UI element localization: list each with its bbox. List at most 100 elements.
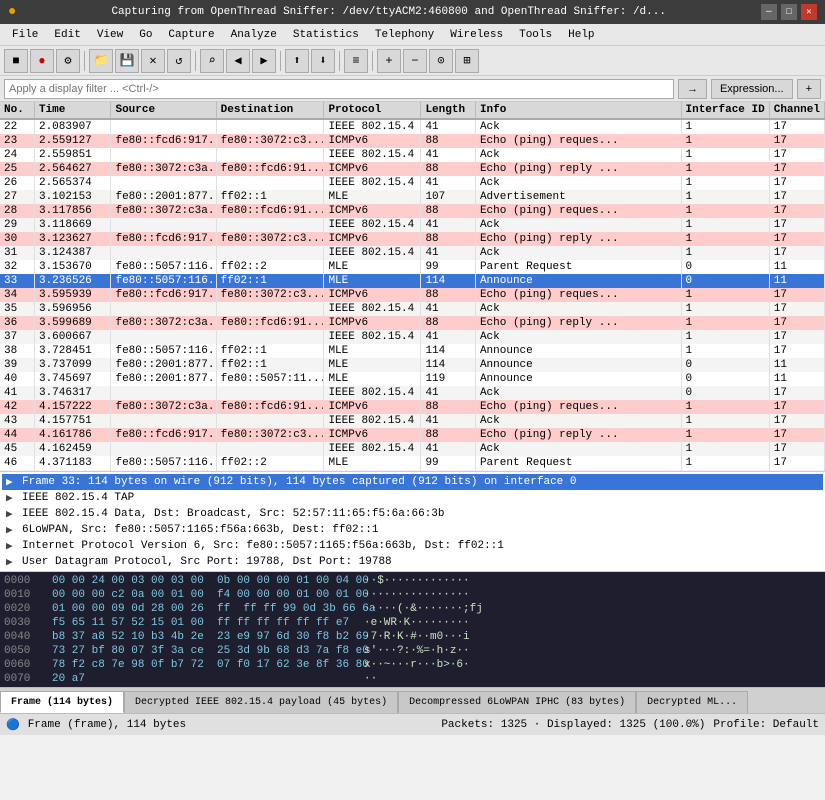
menu-item-statistics[interactable]: Statistics (285, 27, 367, 43)
table-row[interactable]: 252.564627fe80::3072:c3a...fe80::fcd6:91… (0, 162, 825, 176)
go-next-pkt[interactable]: ⬇ (311, 49, 335, 73)
expand-icon[interactable]: ▶ (6, 507, 18, 521)
table-cell: fe80::fcd6:917... (111, 232, 216, 246)
table-row[interactable]: 363.599689fe80::3072:c3a...fe80::fcd6:91… (0, 316, 825, 330)
menu-item-wireless[interactable]: Wireless (442, 27, 511, 43)
menu-item-help[interactable]: Help (560, 27, 602, 43)
menu-item-tools[interactable]: Tools (511, 27, 560, 43)
expand-icon[interactable]: ▶ (6, 555, 18, 569)
table-row[interactable]: 343.595939fe80::fcd6:917...fe80::3072:c3… (0, 288, 825, 302)
zoom-in-btn[interactable]: + (377, 49, 401, 73)
table-row[interactable]: 413.746317IEEE 802.15.441Ack017 (0, 386, 825, 400)
header-protocol[interactable]: Protocol (324, 102, 421, 119)
table-row[interactable]: 293.118669IEEE 802.15.441Ack117 (0, 218, 825, 232)
detail-row[interactable]: ▶Frame 33: 114 bytes on wire (912 bits),… (2, 474, 823, 490)
detail-row[interactable]: ▶IEEE 802.15.4 Data, Dst: Broadcast, Src… (2, 506, 823, 522)
menu-item-capture[interactable]: Capture (160, 27, 222, 43)
stop-capture-btn[interactable]: ■ (4, 49, 28, 73)
table-row[interactable]: 333.236526fe80::5057:116...ff02::1MLE114… (0, 274, 825, 288)
reload-file-btn[interactable]: ↺ (167, 49, 191, 73)
table-row[interactable]: 262.565374IEEE 802.15.441Ack117 (0, 176, 825, 190)
table-row[interactable]: 403.745697fe80::2001:877...fe80::5057:11… (0, 372, 825, 386)
header-destination[interactable]: Destination (216, 102, 324, 119)
table-row[interactable]: 393.737099fe80::2001:877...ff02::1MLE114… (0, 358, 825, 372)
menu-item-telephony[interactable]: Telephony (367, 27, 442, 43)
maximize-button[interactable]: □ (781, 4, 797, 20)
menu-item-analyze[interactable]: Analyze (223, 27, 285, 43)
restart-capture-btn[interactable]: ● (30, 49, 54, 73)
detail-row[interactable]: ▶User Datagram Protocol, Src Port: 19788… (2, 554, 823, 570)
add-filter-button[interactable]: + (797, 79, 821, 99)
header-no[interactable]: No. (0, 102, 34, 119)
expression-button[interactable]: Expression... (711, 79, 793, 99)
menu-item-file[interactable]: File (4, 27, 46, 43)
packets-info: Packets: 1325 · Displayed: 1325 (100.0%) (441, 719, 705, 731)
capture-options-btn[interactable]: ⚙ (56, 49, 80, 73)
table-cell: 3.236526 (34, 274, 111, 288)
resize-cols-btn[interactable]: ⊞ (455, 49, 479, 73)
zoom-reset-btn[interactable]: ⊙ (429, 49, 453, 73)
table-row[interactable]: 323.153670fe80::5057:116...ff02::2MLE99P… (0, 260, 825, 274)
next-result-btn[interactable]: ▶ (252, 49, 276, 73)
table-cell: 37 (0, 330, 34, 344)
header-time[interactable]: Time (34, 102, 111, 119)
display-filter-input[interactable] (4, 79, 674, 99)
table-row[interactable]: 283.117856fe80::3072:c3a...fe80::fcd6:91… (0, 204, 825, 218)
table-row[interactable]: 222.083907IEEE 802.15.441Ack117 (0, 119, 825, 134)
table-cell: 114 (421, 344, 476, 358)
table-cell: ff02::1 (216, 190, 324, 204)
colorize-btn[interactable]: ≡ (344, 49, 368, 73)
table-row[interactable]: 464.371183fe80::5057:116...ff02::2MLE99P… (0, 456, 825, 470)
header-interface[interactable]: Interface ID (681, 102, 769, 119)
hex-dump-panel: 000000 00 24 00 03 00 03 00 0b 00 00 00 … (0, 572, 825, 687)
table-cell (216, 330, 324, 344)
table-row[interactable]: 373.600667IEEE 802.15.441Ack117 (0, 330, 825, 344)
expand-icon[interactable]: ▶ (6, 491, 18, 505)
table-cell: fe80::5057:116... (111, 274, 216, 288)
bottom-tab-2[interactable]: Decompressed 6LoWPAN IPHC (83 bytes) (398, 691, 636, 713)
header-source[interactable]: Source (111, 102, 216, 119)
expand-icon[interactable]: ▶ (6, 475, 18, 489)
table-cell: fe80::3072:c3... (216, 232, 324, 246)
table-row[interactable]: 232.559127fe80::fcd6:917...fe80::3072:c3… (0, 134, 825, 148)
table-row[interactable]: 273.102153fe80::2001:877...ff02::1MLE107… (0, 190, 825, 204)
find-packet-btn[interactable]: ⌕ (200, 49, 224, 73)
table-row[interactable]: 424.157222fe80::3072:c3a...fe80::fcd6:91… (0, 400, 825, 414)
apply-filter-button[interactable]: → (678, 79, 707, 99)
header-info[interactable]: Info (475, 102, 681, 119)
table-cell: 1 (681, 400, 769, 414)
close-file-btn[interactable]: ✕ (141, 49, 165, 73)
close-button[interactable]: ✕ (801, 4, 817, 20)
table-row[interactable]: 303.123627fe80::fcd6:917...fe80::3072:c3… (0, 232, 825, 246)
save-file-btn[interactable]: 💾 (115, 49, 139, 73)
table-cell: fe80::2001:877... (111, 470, 216, 472)
zoom-out-btn[interactable]: − (403, 49, 427, 73)
menu-item-view[interactable]: View (89, 27, 131, 43)
expand-icon[interactable]: ▶ (6, 539, 18, 553)
table-row[interactable]: 454.162459IEEE 802.15.441Ack117 (0, 442, 825, 456)
expand-icon[interactable]: ▶ (6, 523, 18, 537)
bottom-tab-bar: Frame (114 bytes)Decrypted IEEE 802.15.4… (0, 687, 825, 713)
open-file-btn[interactable]: 📁 (89, 49, 113, 73)
table-row[interactable]: 444.161786fe80::fcd6:917...fe80::3072:c3… (0, 428, 825, 442)
table-row[interactable]: 313.124387IEEE 802.15.441Ack117 (0, 246, 825, 260)
detail-row[interactable]: ▶6LoWPAN, Src: fe80::5057:1165:f56a:663b… (2, 522, 823, 538)
go-prev-pkt[interactable]: ⬆ (285, 49, 309, 73)
header-channel[interactable]: Channel (769, 102, 824, 119)
profile-info: Profile: Default (713, 719, 819, 731)
minimize-button[interactable]: ─ (761, 4, 777, 20)
table-row[interactable]: 242.559851IEEE 802.15.441Ack117 (0, 148, 825, 162)
prev-result-btn[interactable]: ◀ (226, 49, 250, 73)
table-row[interactable]: 434.157751IEEE 802.15.441Ack117 (0, 414, 825, 428)
detail-row[interactable]: ▶IEEE 802.15.4 TAP (2, 490, 823, 506)
bottom-tab-1[interactable]: Decrypted IEEE 802.15.4 payload (45 byte… (124, 691, 398, 713)
table-row[interactable]: 353.596956IEEE 802.15.441Ack117 (0, 302, 825, 316)
table-row[interactable]: 383.728451fe80::5057:116...ff02::1MLE114… (0, 344, 825, 358)
menu-item-edit[interactable]: Edit (46, 27, 88, 43)
bottom-tab-0[interactable]: Frame (114 bytes) (0, 691, 124, 713)
detail-row[interactable]: ▶Internet Protocol Version 6, Src: fe80:… (2, 538, 823, 554)
bottom-tab-3[interactable]: Decrypted ML... (636, 691, 748, 713)
table-row[interactable]: 474.567477fe80::2001:877...fe80::5057:11… (0, 470, 825, 472)
menu-item-go[interactable]: Go (131, 27, 160, 43)
header-length[interactable]: Length (421, 102, 476, 119)
